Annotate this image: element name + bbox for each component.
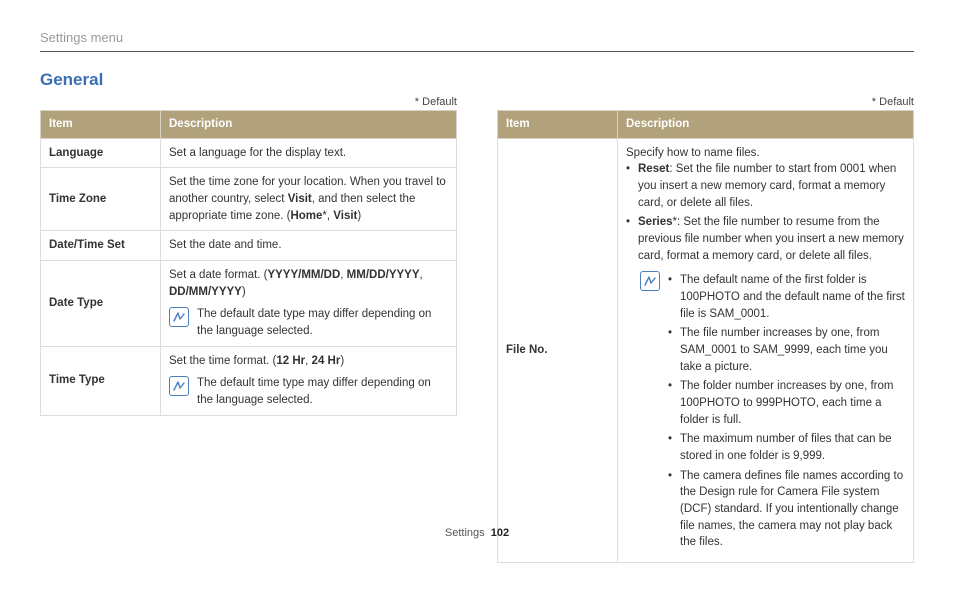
desc-cell: Set the time format. (12 Hr, 24 Hr)The d… (161, 346, 457, 415)
list-item: Series*: Set the file number to resume f… (626, 214, 905, 264)
list-item: The file number increases by one, from S… (668, 325, 905, 375)
note-icon (640, 271, 660, 291)
table-row: Date TypeSet a date format. (YYYY/MM/DD,… (41, 261, 457, 347)
item-cell: Time Zone (41, 168, 161, 231)
desc-cell: Set a date format. (YYYY/MM/DD, MM/DD/YY… (161, 261, 457, 347)
table-row: File No. Specify how to name files. Rese… (498, 138, 914, 562)
th-item: Item (498, 111, 618, 139)
left-column: * Default Item Description LanguageSet a… (40, 96, 457, 563)
table-row: Time ZoneSet the time zone for your loca… (41, 168, 457, 231)
right-column: * Default Item Description File No. Spec… (497, 96, 914, 563)
item-cell: Time Type (41, 346, 161, 415)
list-item: The default name of the first folder is … (668, 272, 905, 322)
table-row: LanguageSet a language for the display t… (41, 138, 457, 168)
page-footer: Settings 102 (0, 527, 954, 539)
item-cell: Language (41, 138, 161, 168)
note-text: The default time type may differ dependi… (197, 375, 448, 408)
desc-cell: Specify how to name files. Reset: Set th… (618, 138, 914, 562)
settings-table-left: Item Description LanguageSet a language … (40, 110, 457, 416)
item-cell: File No. (498, 138, 618, 562)
note-text: The default date type may differ dependi… (197, 306, 448, 339)
file-no-intro: Specify how to name files. (626, 145, 905, 162)
default-note-left: * Default (40, 96, 457, 108)
table-row: Time TypeSet the time format. (12 Hr, 24… (41, 346, 457, 415)
breadcrumb: Settings menu (40, 30, 914, 45)
footer-page: 102 (491, 527, 509, 539)
divider (40, 51, 914, 52)
note-icon (169, 307, 189, 327)
desc-cell: Set a language for the display text. (161, 138, 457, 168)
th-item: Item (41, 111, 161, 139)
th-description: Description (618, 111, 914, 139)
section-title: General (40, 70, 914, 90)
item-cell: Date Type (41, 261, 161, 347)
desc-cell: Set the time zone for your location. Whe… (161, 168, 457, 231)
table-row: Date/Time SetSet the date and time. (41, 231, 457, 261)
desc-cell: Set the date and time. (161, 231, 457, 261)
default-note-right: * Default (497, 96, 914, 108)
th-description: Description (161, 111, 457, 139)
note-icon (169, 376, 189, 396)
footer-section: Settings (445, 527, 485, 539)
list-item: The maximum number of files that can be … (668, 431, 905, 464)
settings-table-right: Item Description File No. Specify how to… (497, 110, 914, 563)
list-item: Reset: Set the file number to start from… (626, 161, 905, 211)
item-cell: Date/Time Set (41, 231, 161, 261)
list-item: The folder number increases by one, from… (668, 378, 905, 428)
